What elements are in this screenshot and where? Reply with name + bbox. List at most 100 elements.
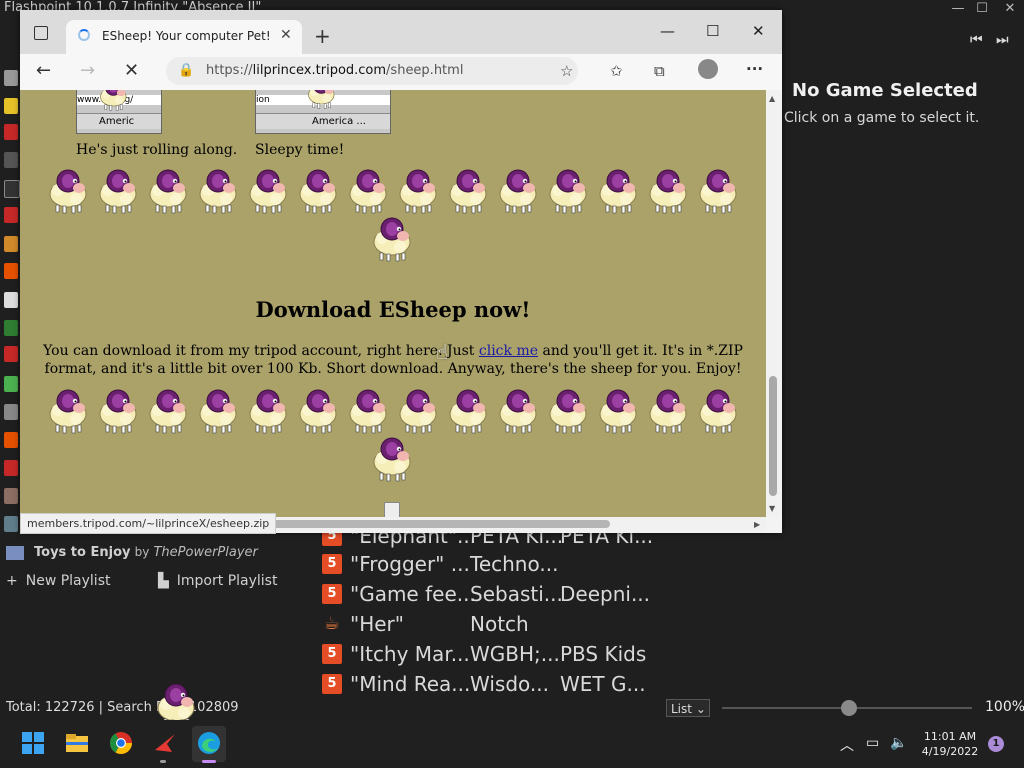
sidebar-icon[interactable] [4, 320, 18, 336]
chevron-up-icon[interactable]: ︿ [840, 735, 854, 755]
sidebar-icon[interactable] [4, 180, 20, 198]
sheep-icon [546, 166, 592, 214]
sidebar-icon[interactable] [4, 70, 18, 86]
stop-loading-icon[interactable]: ✕ [124, 60, 139, 81]
java-icon: ☕ [323, 612, 341, 634]
windows-start-icon[interactable] [20, 730, 46, 756]
maximize-icon[interactable]: ☐ [974, 2, 990, 16]
sheep-icon [496, 386, 542, 434]
web-page: www.ng.org/ Americ ion America ... He's … [20, 90, 766, 517]
sheep-icon [546, 386, 592, 434]
tab-actions-icon[interactable] [34, 26, 48, 40]
game-row[interactable]: 5 "Game fee...Sebasti...Deepni... [322, 580, 650, 608]
new-tab-icon[interactable]: + [314, 24, 331, 48]
playlist-title: Toys to Enjoy [34, 545, 131, 560]
game-developer: WGBH;... [470, 641, 560, 666]
game-title: "Her" [350, 611, 404, 636]
sidebar-icon[interactable] [4, 432, 18, 448]
screenshot-text: America ... [256, 113, 390, 129]
sidebar-icon[interactable] [4, 236, 18, 252]
clock[interactable]: 11:01 AM 4/19/2022 [915, 729, 985, 759]
sidebar-icon[interactable] [4, 376, 18, 392]
tab-active[interactable]: ESheep! Your computer Pet! ✕ [66, 20, 302, 54]
vertical-scrollbar-thumb[interactable] [769, 376, 777, 496]
no-game-title: No Game Selected [792, 80, 978, 101]
game-developer: Wisdo... [470, 671, 549, 696]
sidebar-icon[interactable] [4, 207, 18, 223]
sheep-icon [146, 386, 192, 434]
zoom-slider-handle[interactable] [841, 700, 857, 716]
sidebar-icon[interactable] [4, 516, 18, 532]
game-row[interactable]: 5 "Itchy Mar...WGBH;...PBS Kids [322, 640, 646, 668]
hand-cursor-icon: ☝ [436, 340, 449, 364]
link-status-url: members.tripod.com/~lilprinceX/esheep.zi… [20, 513, 277, 534]
chrome-icon[interactable] [108, 730, 134, 756]
active-indicator [202, 760, 216, 763]
sheep-icon [596, 386, 642, 434]
screenshot-text: Americ [77, 113, 161, 129]
game-row[interactable]: 5 "Frogger" ...Techno... [322, 550, 560, 578]
network-icon[interactable]: ▭ [866, 735, 879, 751]
edge-icon[interactable] [196, 730, 222, 756]
sheep-icon [696, 386, 742, 434]
favorites-icon[interactable]: ✩ [610, 62, 623, 80]
download-paragraph: You can download it from my tripod accou… [30, 342, 756, 378]
forward-icon[interactable]: → [80, 60, 95, 81]
lock-icon[interactable]: 🔒 [178, 63, 194, 78]
download-link[interactable]: click me [479, 343, 538, 359]
sheep-icon [246, 166, 292, 214]
sidebar-icon[interactable] [4, 124, 18, 140]
sheep-icon [496, 166, 542, 214]
scroll-up-icon[interactable]: ▲ [769, 94, 775, 103]
sheep-icon [96, 386, 142, 434]
close-icon[interactable]: ✕ [752, 22, 765, 40]
collections-icon[interactable]: ⧉ [654, 62, 665, 80]
star-icon[interactable] [4, 98, 18, 114]
browser-window: ESheep! Your computer Pet! ✕ + — ☐ ✕ ← →… [20, 10, 782, 534]
view-mode-select[interactable]: List ⌄ [666, 699, 710, 717]
address-bar[interactable]: 🔒 https://lilprincex.tripod.com/sheep.ht… [166, 57, 578, 85]
game-title: "Frogger" ... [350, 551, 470, 576]
url-prefix: https:// [206, 63, 253, 78]
close-tab-icon[interactable]: ✕ [280, 27, 292, 43]
playlist-item[interactable]: Toys to Enjoy by ThePowerPlayer [6, 545, 258, 560]
profile-avatar-icon[interactable] [698, 59, 718, 79]
notification-badge[interactable]: 1 [988, 736, 1004, 752]
sidebar-icon[interactable] [4, 346, 18, 362]
new-playlist-button[interactable]: + New Playlist [6, 573, 110, 589]
sidebar-icon[interactable] [4, 404, 18, 420]
playlist-author: ThePowerPlayer [153, 545, 258, 560]
playlist-by: by [134, 545, 150, 559]
screenshot-sleepy: ion America ... [255, 90, 391, 134]
minimize-icon[interactable]: — [950, 2, 966, 16]
import-playlist-button[interactable]: ▙ Import Playlist [158, 573, 277, 589]
file-explorer-icon[interactable] [64, 730, 90, 756]
game-row[interactable]: 5 "Mind Rea...Wisdo... WET G... [322, 670, 646, 698]
sidebar-icon[interactable] [4, 488, 18, 504]
file-icon: ▙ [158, 573, 169, 589]
url-text[interactable]: https://lilprincex.tripod.com/sheep.html [206, 63, 463, 78]
more-menu-icon[interactable]: ··· [746, 60, 763, 78]
html5-icon: 5 [322, 673, 342, 694]
skip-forward-icon[interactable]: ⏭ [996, 32, 1009, 48]
sidebar-icon[interactable] [4, 263, 18, 279]
skip-back-icon[interactable]: ⏮ [970, 32, 983, 48]
scroll-right-icon[interactable]: ▶ [754, 520, 760, 529]
screenshot-rolling: www.ng.org/ Americ [76, 90, 162, 134]
flashpoint-icon[interactable] [152, 730, 178, 756]
sidebar-icon[interactable] [4, 292, 18, 308]
sheep-icon [396, 166, 442, 214]
sidebar-icon[interactable] [4, 460, 18, 476]
minimize-icon[interactable]: — [660, 22, 675, 40]
add-favorite-icon[interactable]: ☆ [560, 62, 573, 80]
scroll-down-icon[interactable]: ▼ [769, 504, 775, 513]
import-playlist-label: Import Playlist [176, 573, 278, 589]
html5-icon: 5 [322, 643, 342, 664]
close-icon[interactable]: ✕ [1002, 2, 1018, 16]
volume-icon[interactable]: 🔈 [890, 735, 907, 751]
back-icon[interactable]: ← [36, 60, 51, 81]
sidebar-icon[interactable] [4, 152, 18, 168]
download-text-before: You can download it from my tripod accou… [43, 343, 479, 359]
maximize-icon[interactable]: ☐ [706, 22, 719, 40]
game-row[interactable]: ☕ "Her" Notch [322, 610, 560, 638]
